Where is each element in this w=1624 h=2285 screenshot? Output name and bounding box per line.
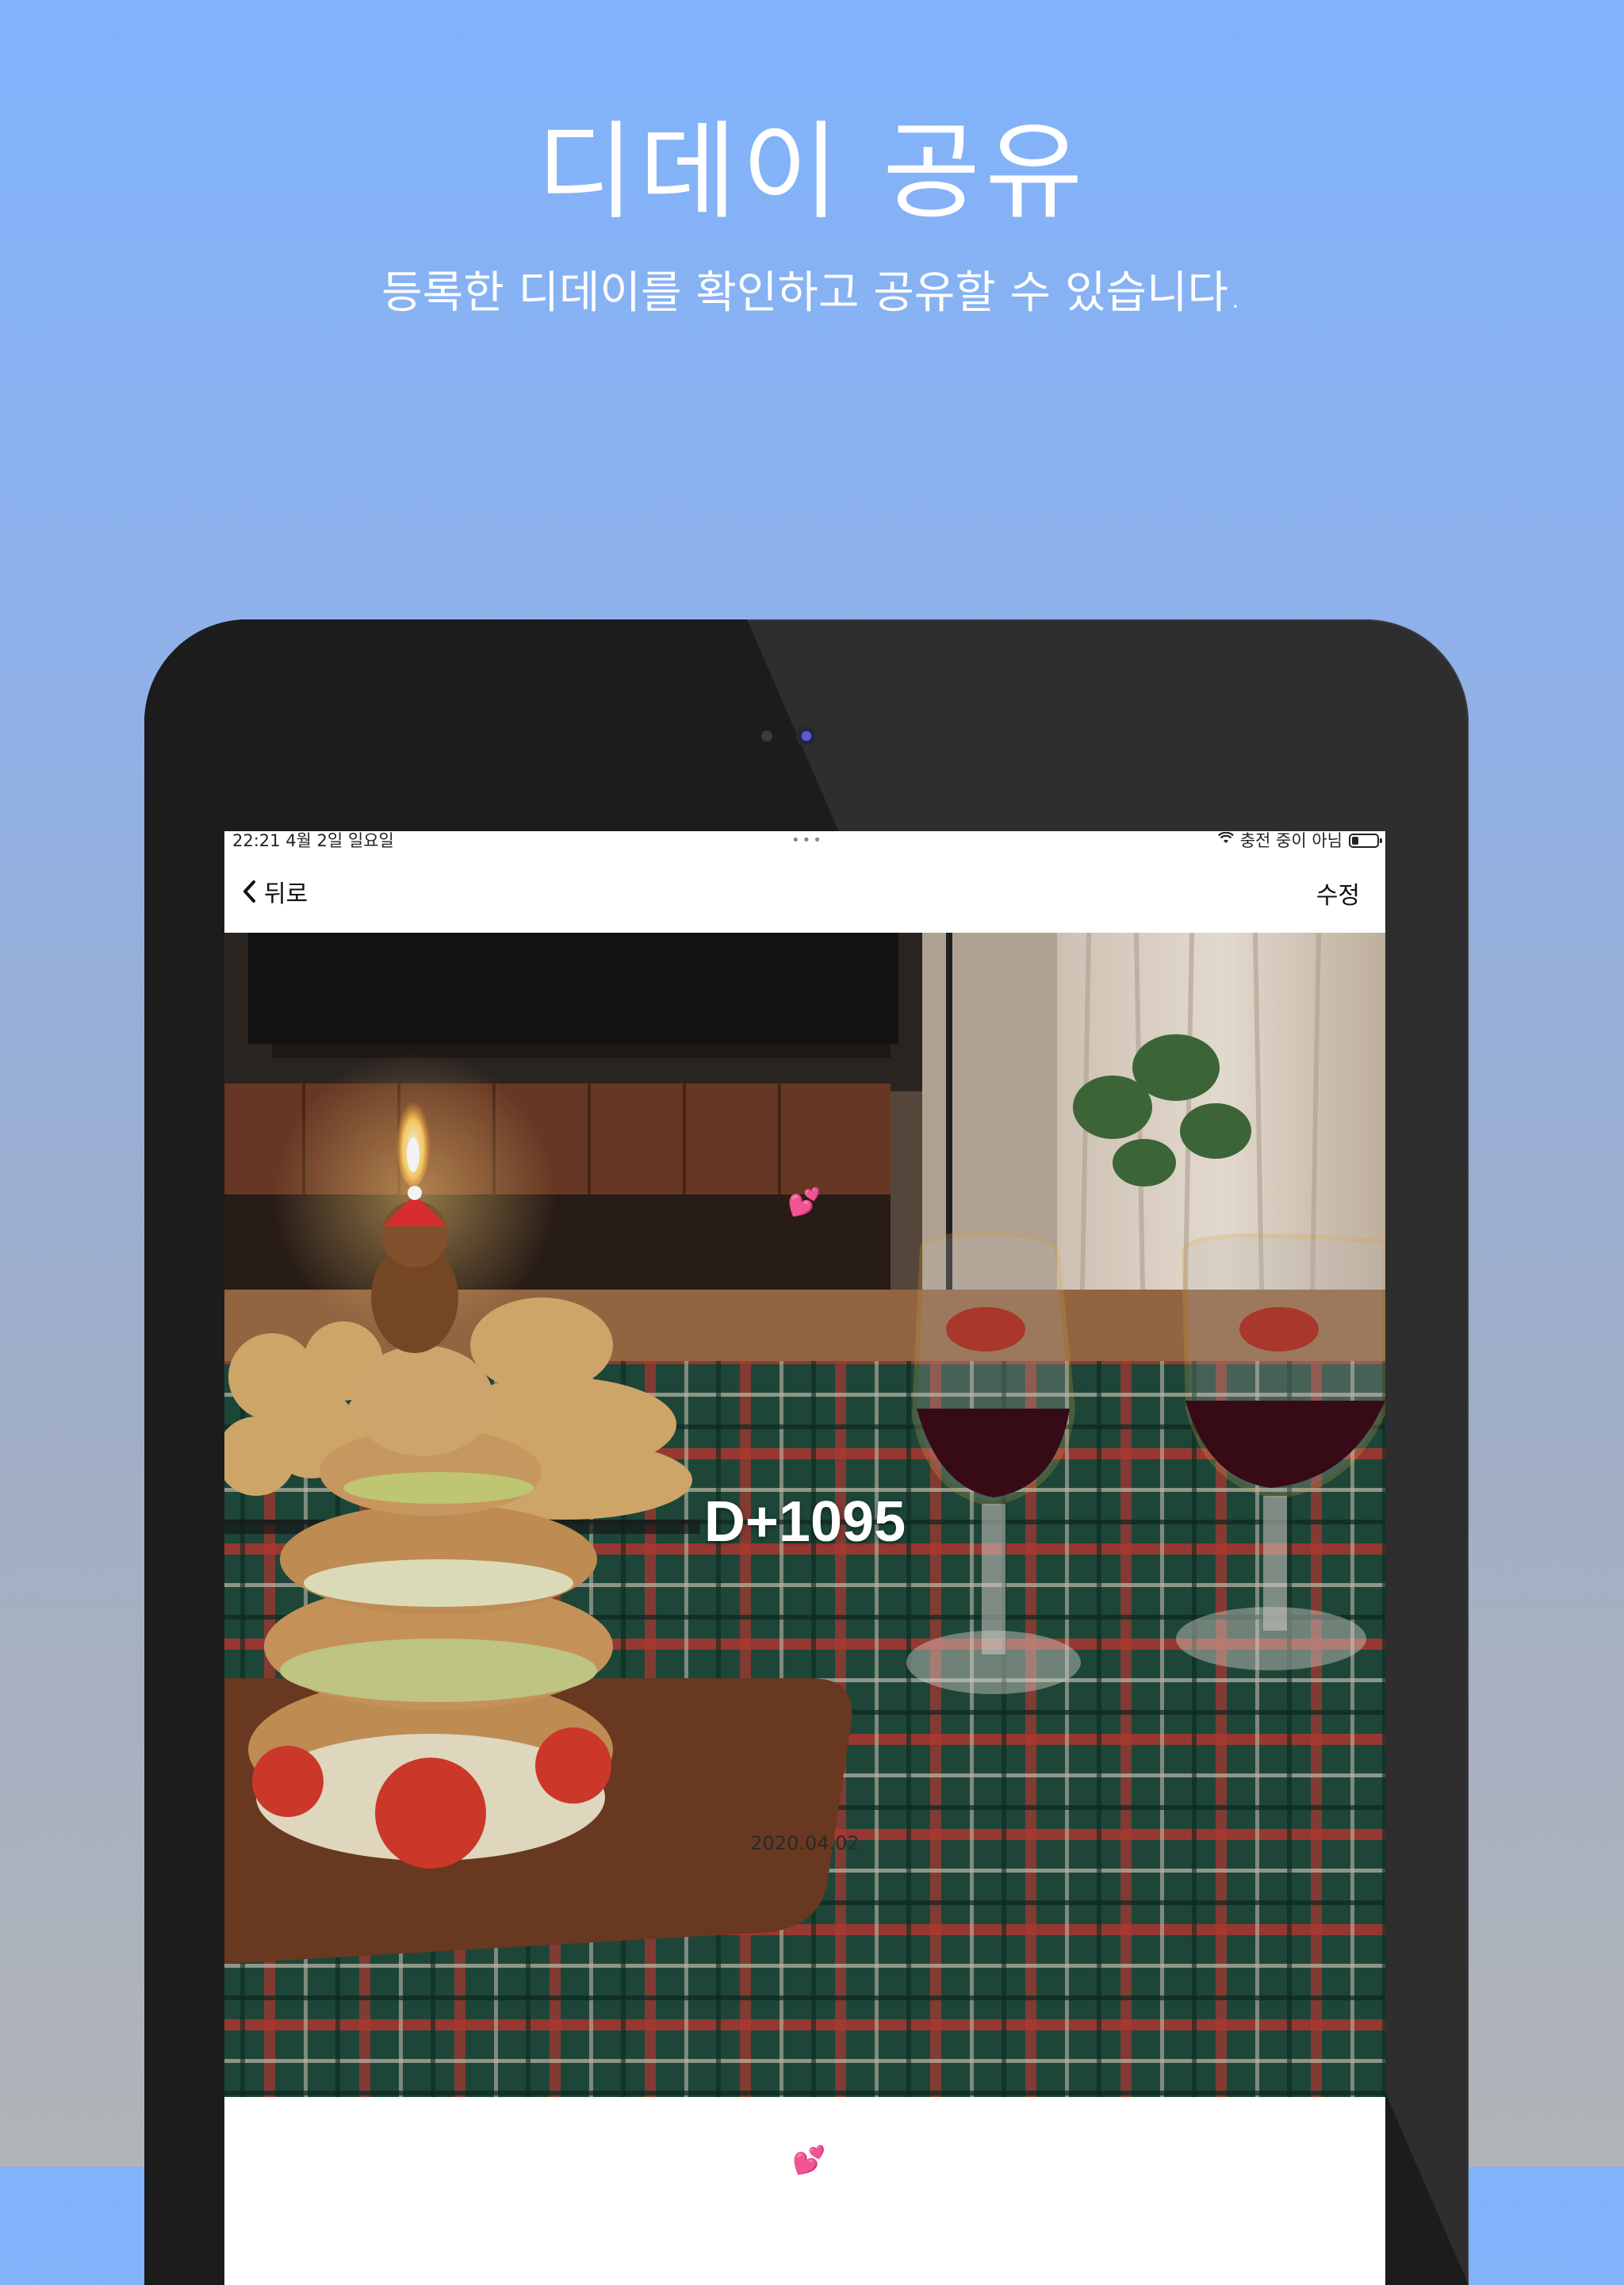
charging-status: 충전 중이 아님 xyxy=(1239,831,1342,850)
status-bar: 22:21 4월 2일 일요일 ••• 충전 중이 아님 xyxy=(224,831,1385,850)
ambient-sensor xyxy=(761,730,772,742)
wifi-icon xyxy=(1217,831,1234,850)
dday-photo: 💕 D+1095 2020.04.02 xyxy=(224,933,1385,2097)
chevron-left-icon xyxy=(243,880,255,903)
bottom-panel: 💕 xyxy=(224,2097,1385,2285)
promo-title: 디데이 공유 xyxy=(536,110,1088,234)
tablet-device: 22:21 4월 2일 일요일 ••• 충전 중이 아님 뒤로 수정 💕 D+1… xyxy=(144,619,1469,2285)
dday-date: 2020.04.02 xyxy=(750,1832,860,1854)
heart-emoji-bottom: 💕 xyxy=(792,2145,826,2176)
heart-emoji: 💕 xyxy=(787,1187,822,1218)
back-label: 뒤로 xyxy=(264,880,308,908)
battery-icon xyxy=(1349,834,1382,848)
front-camera xyxy=(796,726,817,746)
dday-count: D+1095 xyxy=(703,1490,906,1554)
device-screen: 22:21 4월 2일 일요일 ••• 충전 중이 아님 뒤로 수정 💕 D+1… xyxy=(224,831,1385,2285)
edit-button[interactable]: 수정 xyxy=(1316,876,1360,911)
status-time-date: 22:21 4월 2일 일요일 xyxy=(232,831,394,850)
multitasking-dots[interactable]: ••• xyxy=(791,831,824,850)
promo-subtitle: 등록한 디데이를 확인하고 공유할 수 있습니다. xyxy=(381,267,1243,319)
navigation-bar: 뒤로 수정 xyxy=(224,850,1385,926)
back-button[interactable]: 뒤로 xyxy=(242,874,308,909)
status-right: 충전 중이 아님 xyxy=(1217,831,1382,850)
